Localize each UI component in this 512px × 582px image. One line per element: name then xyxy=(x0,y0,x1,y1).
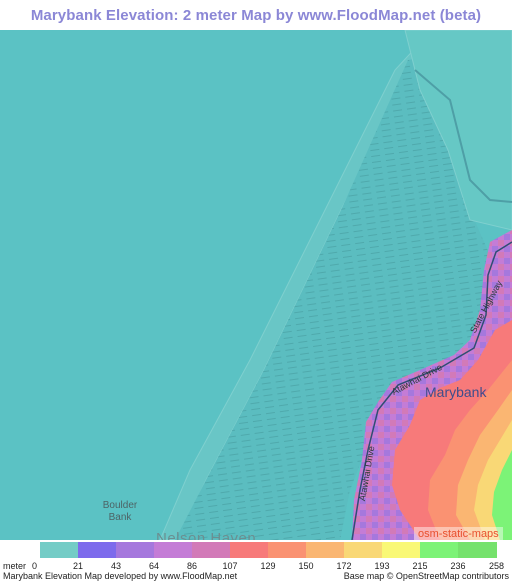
legend-swatch xyxy=(230,542,269,558)
legend-tick-label: 21 xyxy=(72,561,84,571)
place-label-marybank: Marybank xyxy=(425,384,487,400)
place-label-boulder-bank: Boulder Bank xyxy=(102,500,138,523)
legend-tick-label: 215 xyxy=(412,561,428,571)
legend-tick-label: 107 xyxy=(222,561,238,571)
footer-basemap-credit: Base map © OpenStreetMap contributors xyxy=(343,571,509,581)
legend-tick-label: 64 xyxy=(148,561,160,571)
elevation-map[interactable]: State Highway Atawhai Drive Atawhai Driv… xyxy=(0,30,512,540)
legend-swatch xyxy=(306,542,345,558)
legend-tick-label: 193 xyxy=(374,561,390,571)
legend-swatch xyxy=(268,542,307,558)
legend-tick-label: 150 xyxy=(298,561,314,571)
legend-swatch xyxy=(40,542,79,558)
place-label-nelson-haven: Nelson Haven xyxy=(156,530,257,540)
title-bar: Marybank Elevation: 2 meter Map by www.F… xyxy=(0,0,512,30)
map-canvas xyxy=(0,30,512,540)
legend-tick-label: 0 xyxy=(32,561,38,571)
legend-swatch xyxy=(192,542,231,558)
legend-tick-label: 236 xyxy=(450,561,466,571)
footer-credit: Marybank Elevation Map developed by www.… xyxy=(3,571,238,581)
legend-swatch xyxy=(382,542,421,558)
legend-swatch xyxy=(458,542,497,558)
page-title: Marybank Elevation: 2 meter Map by www.F… xyxy=(30,6,482,24)
legend-tick-label: 129 xyxy=(260,561,276,571)
legend-unit: meter xyxy=(3,561,27,571)
legend-color-bar xyxy=(0,542,512,560)
legend-swatch xyxy=(78,542,117,558)
legend-tick-label: 172 xyxy=(336,561,352,571)
legend-swatch xyxy=(420,542,459,558)
legend-tick-label: 86 xyxy=(186,561,198,571)
legend-swatch xyxy=(154,542,193,558)
legend-tick-label: 43 xyxy=(110,561,122,571)
legend-tick-label: 258 xyxy=(488,561,504,571)
footer: Marybank Elevation Map developed by www.… xyxy=(0,571,512,582)
legend-swatch xyxy=(116,542,155,558)
osm-attribution-badge[interactable]: osm-static-maps xyxy=(414,527,503,540)
legend-swatch xyxy=(344,542,383,558)
